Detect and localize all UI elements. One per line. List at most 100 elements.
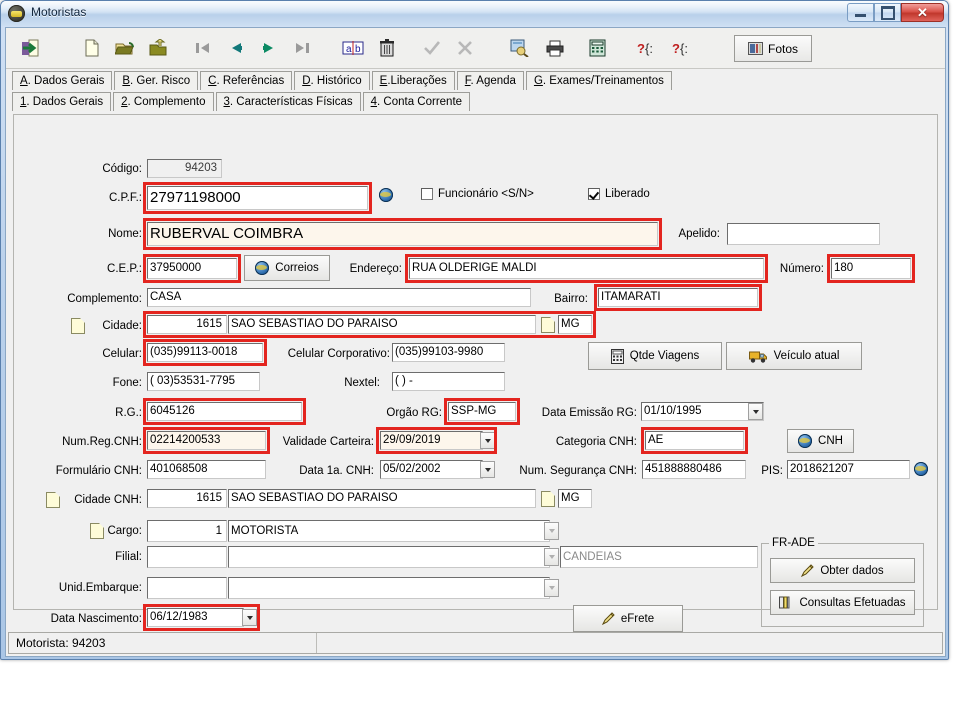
nextel-field[interactable]: ( ) - [392, 372, 505, 391]
cargo-document-icon[interactable] [90, 523, 104, 539]
rg-label: R.G.: [115, 407, 142, 419]
cidade-cnh-doc2-icon[interactable] [541, 491, 555, 507]
obter-dados-button[interactable]: Obter dados [770, 558, 915, 583]
tab-dados-gerais[interactable]: A. Dados Gerais [12, 71, 113, 90]
correios-button[interactable]: Correios [244, 255, 330, 281]
cidade-cnh-code-field[interactable]: 1615 [147, 489, 227, 508]
celular-corp-field[interactable]: (035)99103-9980 [392, 343, 505, 362]
document-icon[interactable] [71, 318, 85, 334]
formulario-cnh-field[interactable]: 401068508 [147, 460, 266, 479]
subtab-conta-corrente[interactable]: 4. Conta Corrente [362, 92, 471, 111]
data-nascimento-field[interactable]: 06/12/1983 [147, 608, 244, 627]
categoria-cnh-field[interactable]: AE [645, 431, 744, 450]
cidade-uf-field[interactable]: MG [558, 315, 592, 334]
previous-record-icon[interactable] [222, 34, 250, 62]
cancel-x-icon [451, 34, 479, 62]
globe-icon[interactable] [379, 188, 393, 202]
tab-ger-risco[interactable]: B. Ger. Risco [114, 71, 199, 90]
main-tab-strip: A. Dados Gerais B. Ger. Risco C. Referên… [6, 69, 945, 90]
validade-carteira-field[interactable]: 29/09/2019 [380, 431, 483, 450]
cep-field[interactable]: 37950000 [147, 258, 237, 279]
cargo-dropdown[interactable] [544, 522, 559, 540]
num-reg-cnh-label: Num.Reg.CNH: [62, 436, 142, 448]
tab-referencias[interactable]: C. Referências [200, 71, 293, 90]
numero-field[interactable]: 180 [831, 258, 911, 279]
maximize-button[interactable] [874, 3, 901, 22]
num-seguranca-cnh-field[interactable]: 451888880486 [642, 460, 746, 479]
help-query-icon[interactable]: ? {: [633, 34, 661, 62]
cpf-field[interactable]: 27971198000 [147, 186, 368, 210]
nome-field[interactable]: RUBERVAL COIMBRA [147, 222, 658, 246]
fotos-button[interactable]: Fotos [734, 35, 812, 62]
num-reg-cnh-field[interactable]: 02214200533 [147, 431, 266, 450]
cidade-cnh-document-icon[interactable] [46, 492, 60, 508]
tab-exames-treinamentos[interactable]: G. Exames/Treinamentos [525, 71, 672, 90]
subtab-label: . Dados Gerais [26, 96, 104, 108]
last-record-icon[interactable] [288, 34, 316, 62]
filial-code-field[interactable] [147, 546, 227, 568]
delete-trash-icon[interactable] [373, 34, 401, 62]
subtab-dados-gerais[interactable]: 1. Dados Gerais [12, 92, 112, 111]
tab-label: . Histórico [310, 75, 362, 87]
cidade-document-icon[interactable] [541, 317, 555, 333]
svg-text:b: b [355, 44, 361, 55]
calculator-icon[interactable] [583, 34, 611, 62]
filial-name-field[interactable] [228, 546, 550, 568]
subtab-caracteristicas-fisicas[interactable]: 3. Características Físicas [215, 92, 361, 111]
tab-historico[interactable]: D. Histórico [294, 71, 370, 90]
cidade-cnh-uf-field[interactable]: MG [558, 489, 592, 508]
help-query2-icon[interactable]: ? {: [668, 34, 696, 62]
veiculo-atual-button[interactable]: Veículo atual [726, 342, 862, 370]
cargo-name-field[interactable]: MOTORISTA [228, 520, 550, 542]
tab-agenda[interactable]: F. Agenda [456, 71, 524, 90]
edit-ab-icon[interactable]: a b [339, 34, 367, 62]
next-record-icon[interactable] [255, 34, 283, 62]
cargo-code-field[interactable]: 1 [147, 520, 227, 542]
minimize-button[interactable] [847, 3, 874, 22]
cnh-button[interactable]: CNH [787, 429, 854, 453]
save-folder-icon[interactable] [144, 34, 172, 62]
data-emissao-rg-field[interactable]: 01/10/1995 [641, 402, 764, 421]
new-document-icon[interactable] [78, 34, 106, 62]
fone-field[interactable]: ( 03)53531-7795 [147, 372, 260, 391]
cidade-name-field[interactable]: SAO SEBASTIAO DO PARAISO [228, 315, 536, 334]
qtde-viagens-button[interactable]: Qtde Viagens [588, 342, 722, 370]
endereco-field[interactable]: RUA OLDERIGE MALDI [409, 258, 764, 279]
efrete-button[interactable]: eFrete [573, 605, 683, 632]
cidade-code-field[interactable]: 1615 [147, 315, 227, 334]
unid-embarque-dropdown[interactable] [544, 579, 559, 597]
search-preview-icon[interactable] [505, 34, 533, 62]
data-nascimento-dropdown[interactable] [242, 609, 257, 626]
data-1a-cnh-field[interactable]: 05/02/2002 [380, 460, 483, 479]
print-icon[interactable] [541, 34, 569, 62]
celular-field[interactable]: (035)99113-0018 [147, 343, 263, 362]
window-controls: ✕ [847, 3, 944, 22]
consultas-efetuadas-button[interactable]: Consultas Efetuadas [770, 590, 915, 615]
data-emissao-rg-dropdown[interactable] [748, 403, 763, 420]
tab-accel: G [533, 75, 543, 87]
unid-embarque-code-field[interactable] [147, 577, 227, 599]
pis-globe-icon[interactable] [914, 462, 928, 476]
close-button[interactable]: ✕ [901, 3, 944, 22]
filial-dropdown[interactable] [544, 548, 559, 566]
bairro-label: Bairro: [554, 293, 588, 305]
globe-icon [255, 261, 270, 275]
liberado-checkbox[interactable]: Liberado [588, 188, 650, 200]
apelido-field[interactable] [727, 223, 880, 245]
funcionario-checkbox[interactable]: Funcionário <S/N> [421, 188, 534, 200]
first-record-icon[interactable] [189, 34, 217, 62]
tab-liberacoes[interactable]: E.Liberações [371, 71, 455, 90]
filial-extra-field: CANDEIAS [560, 546, 758, 568]
pis-field[interactable]: 2018621207 [787, 460, 910, 479]
rg-field[interactable]: 6045126 [147, 402, 302, 421]
svg-text:{:: {: [680, 41, 688, 56]
open-folder-icon[interactable] [111, 34, 139, 62]
complemento-field[interactable]: CASA [147, 288, 531, 307]
validade-carteira-dropdown[interactable] [480, 432, 495, 449]
unid-embarque-name-field[interactable] [228, 577, 550, 599]
exit-icon[interactable] [16, 34, 44, 62]
cidade-cnh-name-field[interactable]: SAO SEBASTIAO DO PARAISO [228, 489, 536, 508]
orgao-rg-field[interactable]: SSP-MG [448, 402, 516, 421]
bairro-field[interactable]: ITAMARATI [598, 288, 758, 307]
subtab-complemento[interactable]: 2. Complemento [113, 92, 214, 111]
